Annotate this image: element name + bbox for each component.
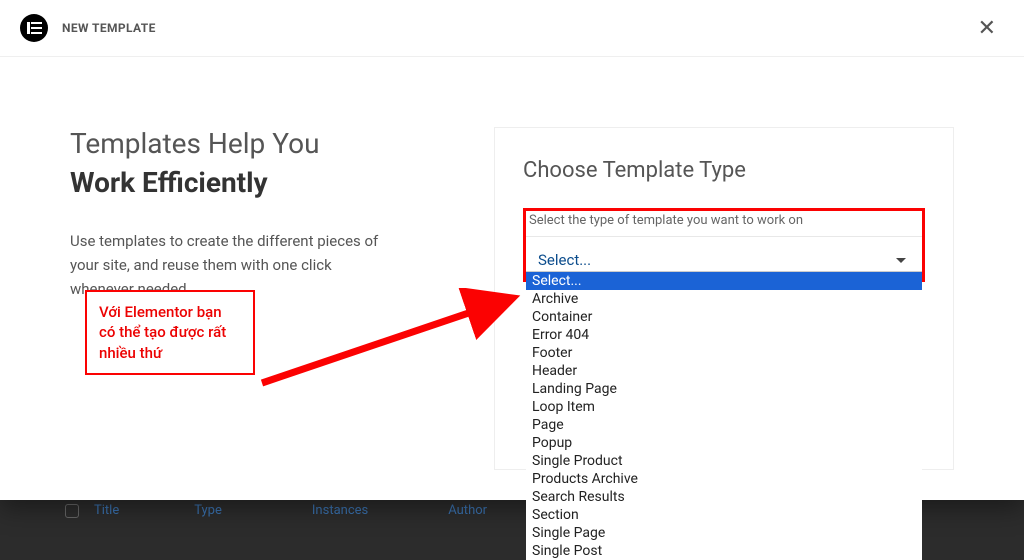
- annotation-highlight-box: Select the type of template you want to …: [523, 208, 925, 282]
- bg-col-type: Type: [194, 503, 222, 518]
- select-label: Select the type of template you want to …: [526, 211, 922, 237]
- heading-line-1: Templates Help You: [70, 127, 474, 160]
- select-value: Select...: [538, 251, 591, 269]
- right-column: Choose Template Type Select the type of …: [494, 127, 954, 470]
- annotation-text: Với Elementor bạn có thể tạo được rất nh…: [99, 303, 226, 362]
- choose-template-title: Choose Template Type: [523, 158, 925, 183]
- option-archive[interactable]: Archive: [526, 290, 922, 308]
- close-button[interactable]: ✕: [970, 11, 1004, 45]
- modal-header: NEW TEMPLATE ✕: [0, 0, 1024, 57]
- option-loop-item[interactable]: Loop Item: [526, 398, 922, 416]
- option-single-product[interactable]: Single Product: [526, 452, 922, 470]
- bg-checkbox: [65, 504, 79, 518]
- bg-col-author: Author: [448, 503, 487, 518]
- bg-col-title: Title: [94, 503, 119, 518]
- modal-title: NEW TEMPLATE: [62, 21, 156, 35]
- elementor-logo-icon: [20, 14, 48, 42]
- option-popup[interactable]: Popup: [526, 434, 922, 452]
- modal-body: Templates Help You Work Efficiently Use …: [0, 57, 1024, 500]
- option-footer[interactable]: Footer: [526, 344, 922, 362]
- heading-line-2: Work Efficiently: [70, 166, 474, 199]
- option-products-archive[interactable]: Products Archive: [526, 470, 922, 488]
- option-single-page[interactable]: Single Page: [526, 524, 922, 542]
- option-container[interactable]: Container: [526, 308, 922, 326]
- new-template-modal: NEW TEMPLATE ✕ Templates Help You Work E…: [0, 0, 1024, 500]
- annotation-callout: Với Elementor bạn có thể tạo được rất nh…: [85, 290, 255, 375]
- caret-down-icon: [896, 258, 906, 263]
- bg-col-instances: Instances: [312, 503, 368, 518]
- option-single-post[interactable]: Single Post: [526, 542, 922, 560]
- option-section[interactable]: Section: [526, 506, 922, 524]
- template-type-options: Select... Archive Container Error 404 Fo…: [526, 271, 922, 560]
- option-header[interactable]: Header: [526, 362, 922, 380]
- option-landing-page[interactable]: Landing Page: [526, 380, 922, 398]
- option-page[interactable]: Page: [526, 416, 922, 434]
- option-select[interactable]: Select...: [526, 272, 922, 290]
- option-error-404[interactable]: Error 404: [526, 326, 922, 344]
- option-search-results[interactable]: Search Results: [526, 488, 922, 506]
- close-icon: ✕: [978, 15, 996, 40]
